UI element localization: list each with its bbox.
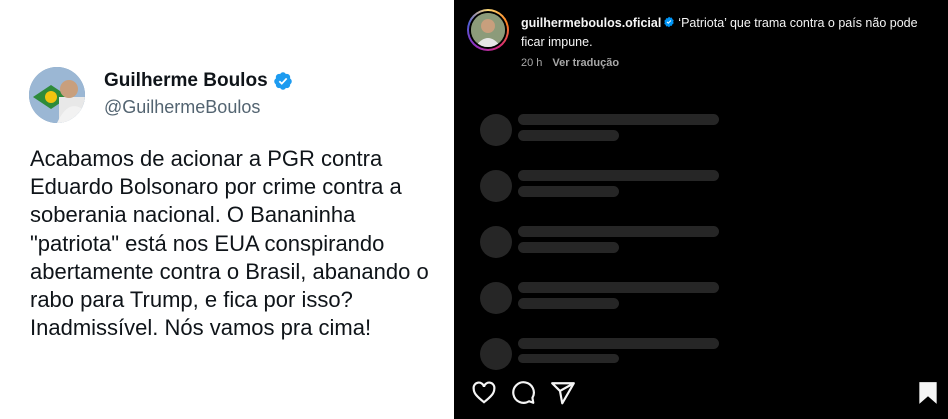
post-meta: 20 h Ver tradução [521,57,619,69]
see-translation-link[interactable]: Ver tradução [552,57,619,69]
tweet-author-name[interactable]: Guilherme Boulos [104,70,293,92]
instagram-post-panel: guilhermeboulos.oficial ‘Patriota’ que tr… [454,0,948,419]
author-name-text: Guilherme Boulos [104,70,268,91]
comment-icon[interactable] [510,380,536,406]
verified-badge-icon [664,16,674,28]
heart-icon[interactable] [471,380,497,406]
tweet-card: Guilherme Boulos @GuilhermeBoulos Acabam… [0,0,454,419]
post-time: 20 h [521,57,543,69]
tweet-text: Acabamos de acionar a PGR contra Eduardo… [30,146,429,341]
share-icon[interactable] [550,380,576,406]
tweet-handle[interactable]: @GuilhermeBoulos [104,97,260,118]
tweet-avatar[interactable] [29,67,85,123]
instagram-avatar[interactable] [467,9,509,51]
instagram-username[interactable]: guilhermeboulos.oficial [521,16,661,30]
instagram-caption: guilhermeboulos.oficial ‘Patriota’ que tr… [521,14,936,52]
post-action-bar [454,376,948,408]
bookmark-icon[interactable] [915,380,941,406]
verified-badge-icon [273,72,292,90]
